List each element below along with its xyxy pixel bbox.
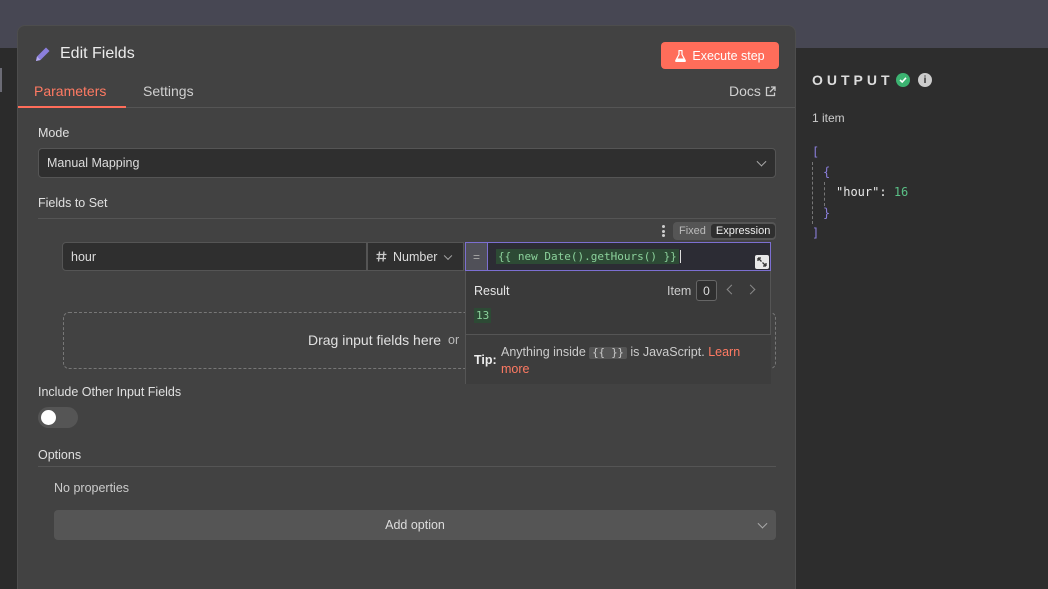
mode-select[interactable]: Manual Mapping <box>38 148 776 178</box>
expression-input[interactable]: {{ new Date().getHours() }} <box>488 242 771 271</box>
mode-value: Manual Mapping <box>47 156 140 170</box>
result-label: Result <box>474 284 510 298</box>
chevron-right-icon[interactable] <box>745 284 756 295</box>
tip-suffix: is JavaScript. <box>630 345 705 359</box>
expression-equals-icon: = <box>465 242 488 271</box>
fields-divider <box>38 218 776 219</box>
fixed-expression-toggle: Fixed Expression <box>673 222 777 240</box>
mode-label: Mode <box>38 126 70 140</box>
drop-zone-text: Drag input fields here <box>308 332 442 348</box>
toggle-fixed[interactable]: Fixed <box>674 225 711 237</box>
add-option-button[interactable]: Add option <box>54 510 776 540</box>
chevron-down-icon <box>757 518 768 529</box>
external-link-icon <box>765 85 776 96</box>
expression-text: {{ new Date().getHours() }} <box>496 249 679 264</box>
tip-area: Tip: Anything inside {{ }} is JavaScript… <box>466 334 771 384</box>
no-properties-text: No properties <box>54 481 130 495</box>
hash-icon <box>376 251 387 262</box>
tip-label: Tip: <box>474 353 497 367</box>
execute-step-button[interactable]: Execute step <box>661 42 779 69</box>
docs-link[interactable]: Docs <box>729 83 776 99</box>
execute-step-label: Execute step <box>692 48 765 63</box>
item-label: Item <box>667 284 692 298</box>
toggle-knob <box>41 410 56 425</box>
output-panel <box>796 48 1048 589</box>
check-circle-icon <box>896 73 910 87</box>
edit-fields-panel: Edit Fields Execute step Parameters Sett… <box>17 25 796 589</box>
json-close-brace: } <box>823 206 831 220</box>
active-tab-indicator <box>18 106 126 108</box>
include-other-label: Include Other Input Fields <box>38 385 182 399</box>
field-type-value: Number <box>393 249 438 264</box>
output-title: OUTPUT <box>812 72 894 88</box>
add-option-label: Add option <box>385 518 445 532</box>
fields-to-set-label: Fields to Set <box>38 196 108 210</box>
flask-icon <box>675 49 687 62</box>
json-open-brace: { <box>823 165 831 179</box>
chevron-left-icon[interactable] <box>726 284 737 295</box>
json-key: "hour": <box>836 185 887 199</box>
json-indent-guide <box>824 182 825 206</box>
tip-code: {{ }} <box>589 347 627 359</box>
json-value: 16 <box>893 185 909 199</box>
include-other-toggle[interactable] <box>38 407 78 428</box>
options-divider <box>38 466 776 467</box>
json-hour-entry: "hour": 16 <box>836 185 908 199</box>
pencil-icon <box>36 47 50 61</box>
json-close-bracket: ] <box>812 226 820 240</box>
left-edge-handle <box>0 68 2 92</box>
tab-parameters[interactable]: Parameters <box>34 83 106 99</box>
tip-text: Anything inside {{ }} is JavaScript. Lea… <box>501 344 761 377</box>
text-cursor <box>679 250 681 263</box>
tab-settings[interactable]: Settings <box>143 83 194 99</box>
panel-header: Edit Fields Execute step Parameters Sett… <box>18 26 795 108</box>
toggle-expression[interactable]: Expression <box>710 224 776 238</box>
kebab-icon[interactable] <box>658 224 668 238</box>
info-icon[interactable]: i <box>918 73 932 87</box>
json-open-bracket: [ <box>812 145 820 159</box>
chevron-down-icon <box>443 251 453 260</box>
docs-label: Docs <box>729 83 761 99</box>
tip-prefix: Anything inside <box>501 345 586 359</box>
options-label: Options <box>38 448 82 462</box>
result-value: 13 <box>474 308 492 323</box>
output-item-count: 1 item <box>812 111 845 125</box>
expression-result-popover: Result Item 0 13 Tip: Anything inside {{… <box>465 271 771 384</box>
field-name-input[interactable]: hour <box>62 242 367 271</box>
expand-icon[interactable] <box>755 255 769 269</box>
drop-zone-or: or <box>448 333 460 347</box>
chevron-down-icon <box>756 156 767 167</box>
field-type-select[interactable]: Number <box>367 242 464 271</box>
json-indent-guide <box>812 162 813 224</box>
panel-title: Edit Fields <box>60 45 135 62</box>
item-index-input[interactable]: 0 <box>696 280 717 301</box>
